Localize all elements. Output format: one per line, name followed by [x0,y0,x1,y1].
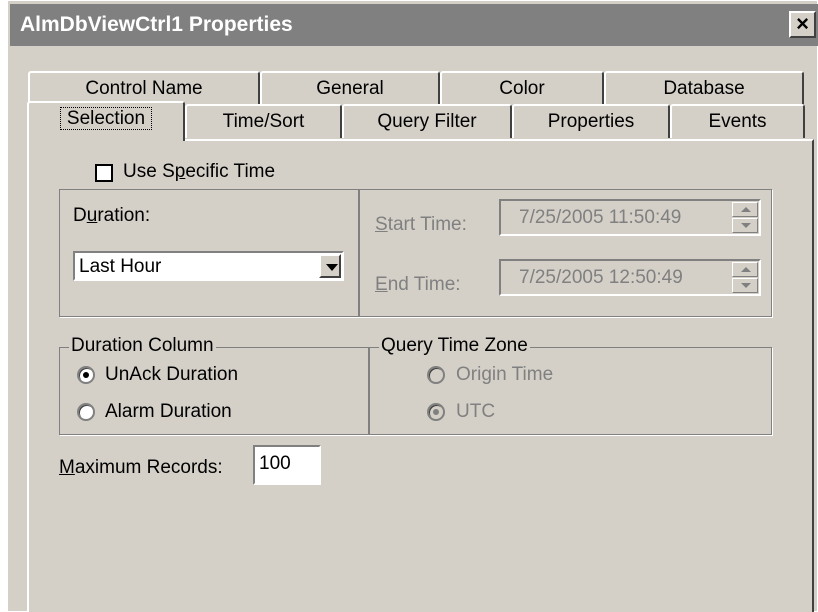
origin-time-label[interactable]: Origin Time [456,364,553,386]
tab-color[interactable]: Color [440,71,604,105]
close-icon: × [796,11,809,36]
origin-time-radio[interactable] [427,366,445,384]
spin-up-icon [741,267,751,272]
spin-down-icon [741,283,751,288]
tab-label: Time/Sort [222,111,305,132]
dropdown-button[interactable] [319,254,341,278]
maximum-records-label: Maximum Records: [59,457,223,478]
maximum-records-value: 100 [259,453,291,474]
tab-label: Query Filter [377,111,477,132]
start-time-value: 7/25/2005 11:50:49 [519,207,682,228]
title-bar: AlmDbViewCtrl1 Properties × [10,4,818,46]
duration-select[interactable]: Last Hour [73,251,344,281]
utc-label[interactable]: UTC [456,401,495,423]
tab-label: Database [663,78,745,99]
tab-label: Selection [59,107,153,130]
alarm-duration-radio[interactable] [77,403,95,421]
tab-query-filter[interactable]: Query Filter [342,104,512,138]
tab-panel-selection: Use Specific Time Duration: Last Hour St… [27,139,814,612]
window-title: AlmDbViewCtrl1 Properties [20,13,293,36]
tab-general[interactable]: General [260,71,440,105]
duration-column-legend: Duration Column [69,335,216,357]
tab-label: Color [499,78,545,99]
tab-label: Properties [547,111,635,132]
unack-duration-radio[interactable] [77,366,95,384]
use-specific-time-checkbox[interactable] [95,164,113,182]
end-time-field[interactable]: 7/25/2005 12:50:49 [499,259,761,296]
utc-radio[interactable] [427,403,445,421]
duration-value: Last Hour [79,256,162,277]
tab-control-name[interactable]: Control Name [28,71,260,105]
query-time-zone-group [369,347,772,435]
spin-down-icon [741,223,751,228]
spin-up-icon [741,207,751,212]
unack-duration-label[interactable]: UnAck Duration [105,364,238,386]
tab-database[interactable]: Database [604,71,804,105]
spin-up-button[interactable] [732,262,758,277]
end-time-label: End Time: [375,274,461,295]
start-time-label: Start Time: [375,214,467,235]
tab-selection[interactable]: Selection [27,101,185,141]
tab-label: General [316,78,384,99]
close-button[interactable]: × [789,11,816,38]
chevron-down-icon [326,264,338,271]
tab-label: Events [708,111,767,132]
query-time-zone-legend: Query Time Zone [379,335,530,357]
start-time-field[interactable]: 7/25/2005 11:50:49 [499,199,761,236]
radio-dot-icon [83,372,89,378]
alarm-duration-label[interactable]: Alarm Duration [105,401,232,423]
tab-events[interactable]: Events [670,104,805,138]
tab-time-sort[interactable]: Time/Sort [185,104,342,138]
spin-down-button[interactable] [732,278,758,293]
maximum-records-input[interactable]: 100 [253,445,321,485]
properties-dialog: AlmDbViewCtrl1 Properties × Control Name… [7,0,818,612]
tab-properties[interactable]: Properties [512,104,670,138]
spin-up-button[interactable] [732,202,758,217]
end-time-value: 7/25/2005 12:50:49 [519,267,683,288]
radio-dot-icon [433,409,439,415]
tab-label: Control Name [85,78,203,99]
spin-down-button[interactable] [732,218,758,233]
duration-label: Duration: [73,205,151,226]
use-specific-time-label[interactable]: Use Specific Time [123,161,275,183]
